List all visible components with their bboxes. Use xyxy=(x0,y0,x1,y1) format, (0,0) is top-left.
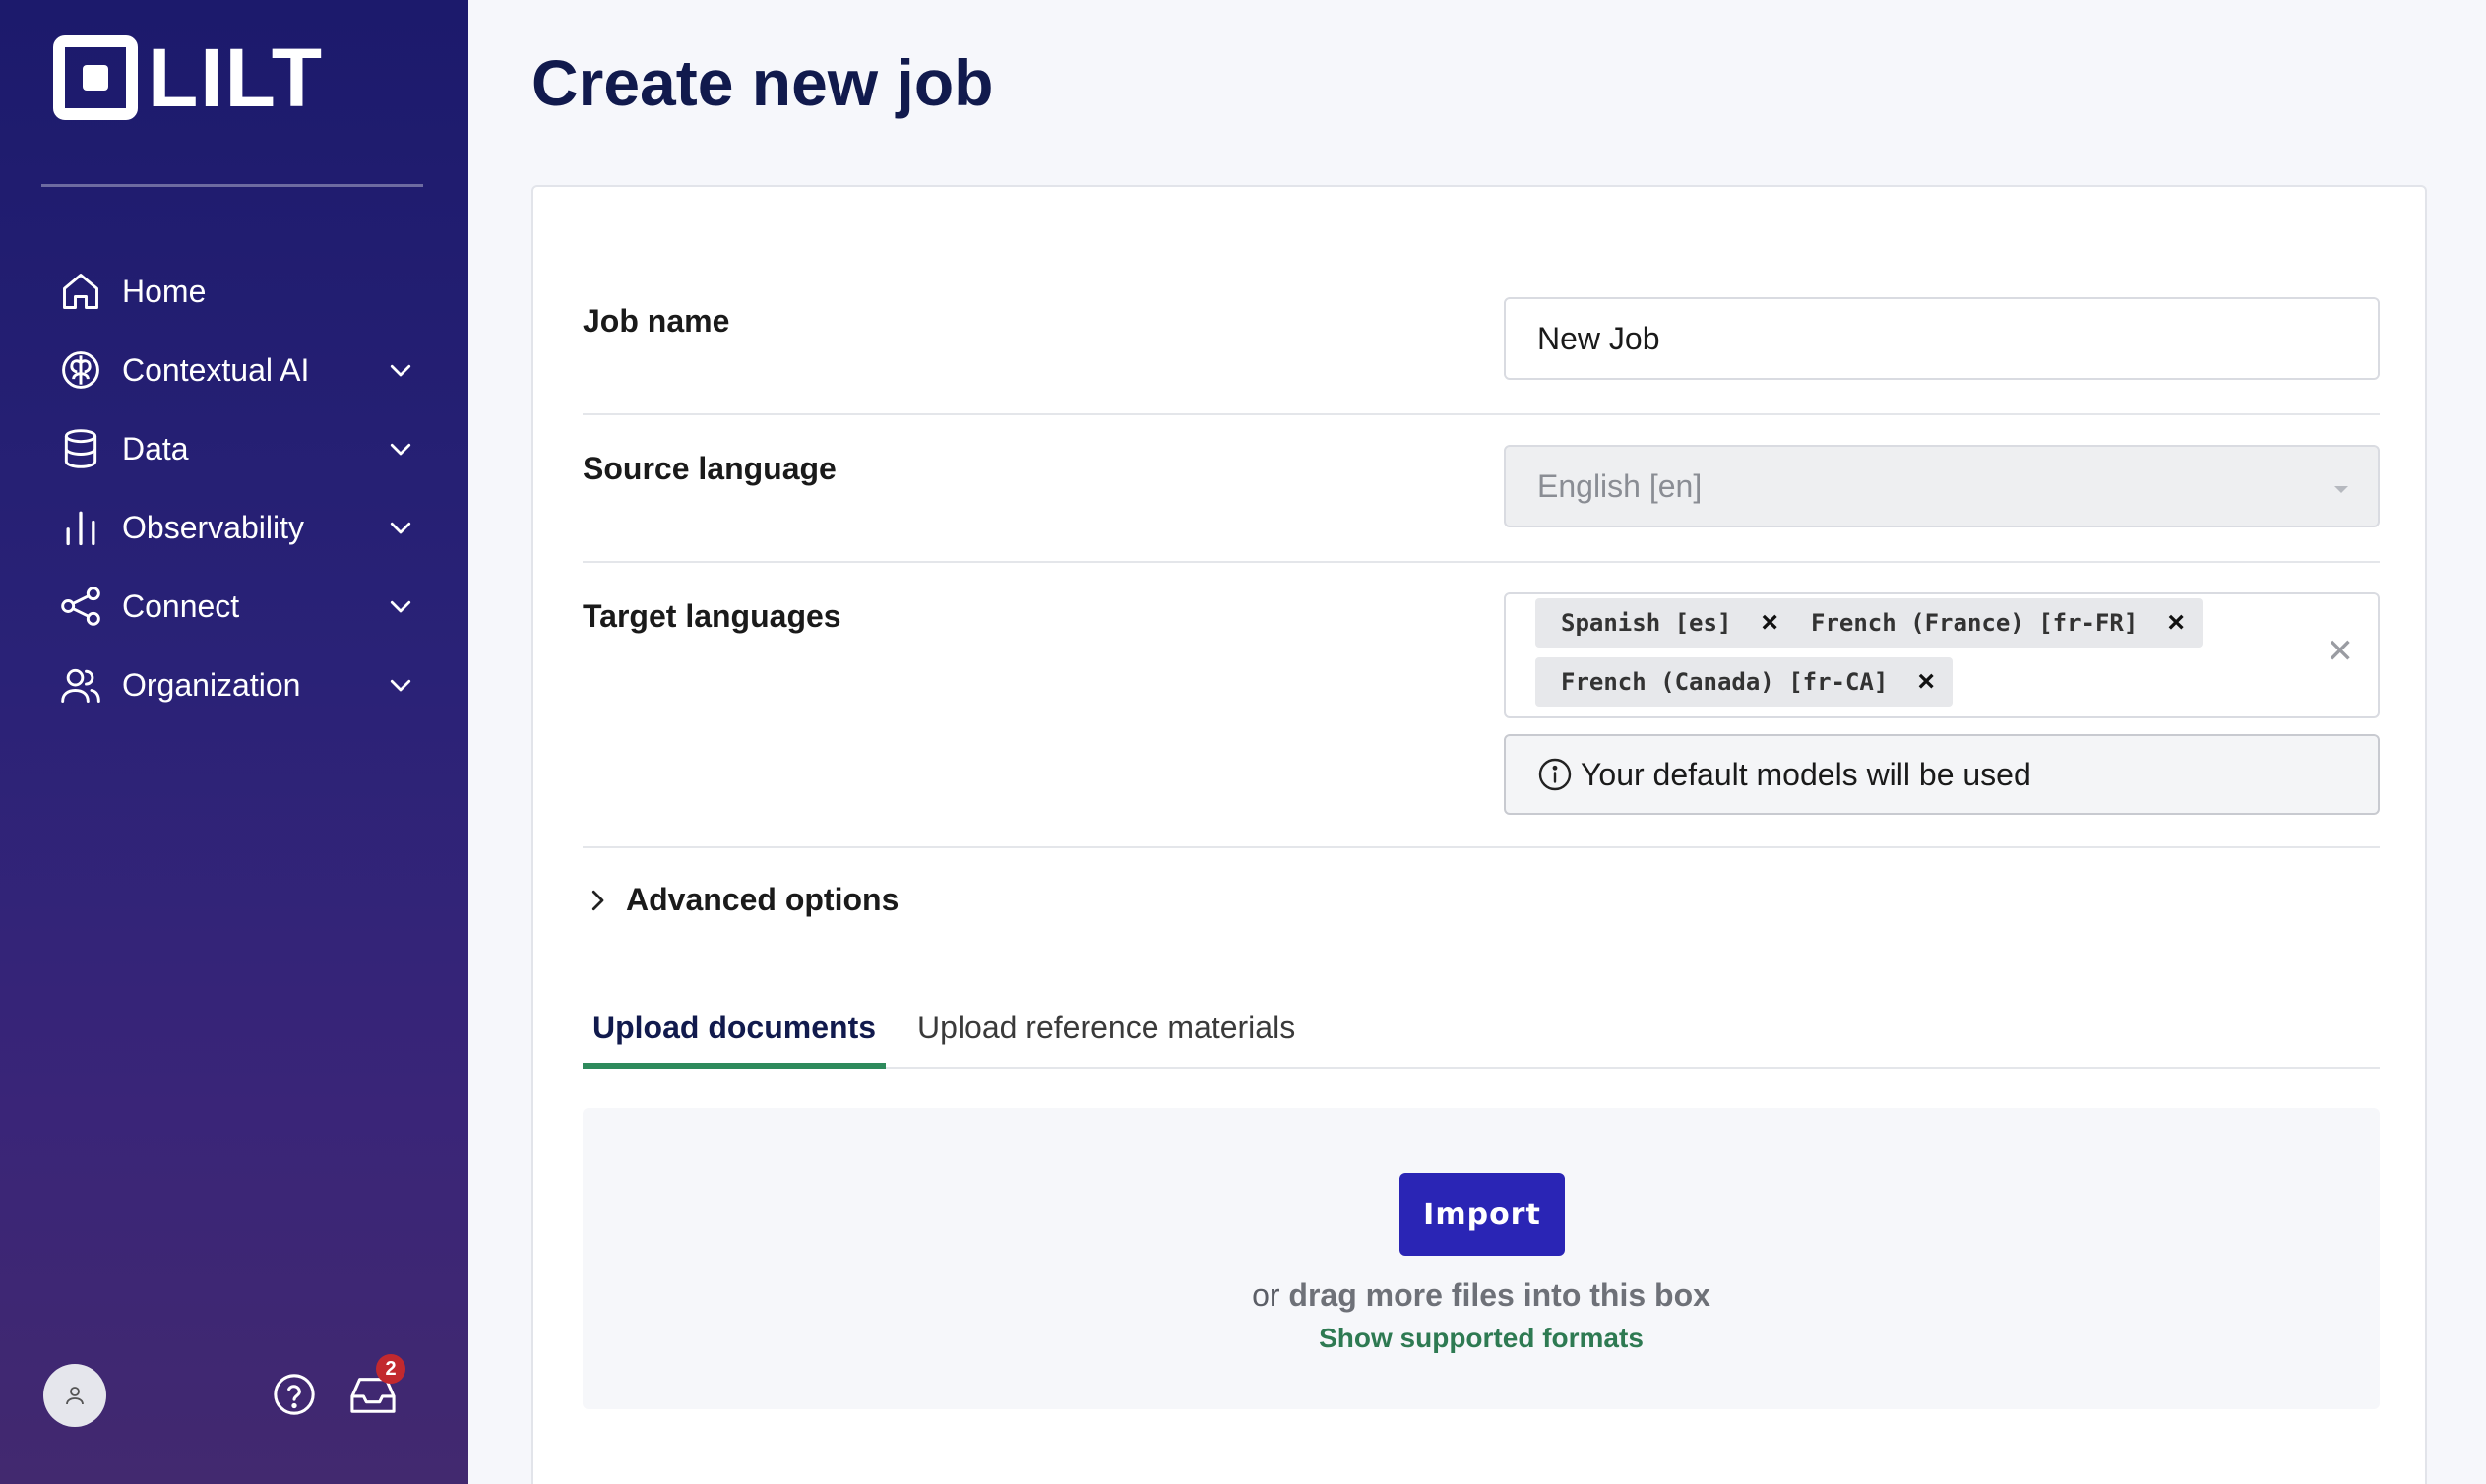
drag-strong: drag more files into this box xyxy=(1288,1277,1710,1313)
home-icon xyxy=(59,270,102,313)
source-language-label: Source language xyxy=(583,451,837,486)
chevron-down-icon[interactable] xyxy=(386,670,415,700)
sidebar-item-home[interactable]: Home xyxy=(0,252,468,331)
drag-prefix: or xyxy=(1252,1277,1289,1313)
help-icon[interactable] xyxy=(272,1372,317,1417)
sidebar-footer: 2 xyxy=(0,1354,468,1437)
row-divider xyxy=(583,413,2380,415)
sidebar-item-data[interactable]: Data xyxy=(0,409,468,488)
sidebar-item-observability[interactable]: Observability xyxy=(0,488,468,567)
chevron-down-icon[interactable] xyxy=(386,591,415,621)
remove-chip-icon[interactable]: × xyxy=(2167,606,2185,640)
avatar[interactable] xyxy=(43,1364,106,1427)
upload-tabs: Upload documents Upload reference materi… xyxy=(583,996,2380,1069)
users-icon xyxy=(59,663,102,707)
show-supported-formats-link[interactable]: Show supported formats xyxy=(583,1323,2380,1354)
source-language-value: English [en] xyxy=(1537,468,1703,504)
job-name-value: New Job xyxy=(1537,321,1660,356)
share-nodes-icon xyxy=(59,585,102,628)
row-divider xyxy=(583,846,2380,848)
tab-upload-documents[interactable]: Upload documents xyxy=(583,996,887,1069)
sidebar-item-connect[interactable]: Connect xyxy=(0,567,468,646)
import-button[interactable]: Import xyxy=(1399,1173,1565,1256)
remove-chip-icon[interactable]: × xyxy=(1917,665,1935,699)
language-chip-fr-fr: French (France) [fr-FR] × xyxy=(1785,598,2203,648)
chevron-down-icon[interactable] xyxy=(386,434,415,464)
database-icon xyxy=(59,427,102,470)
sidebar-item-label: Observability xyxy=(122,509,304,545)
chevron-down-icon[interactable] xyxy=(386,513,415,542)
logo-mark-icon xyxy=(53,35,138,120)
clear-all-icon[interactable]: ✕ xyxy=(2327,632,2355,671)
chip-label: French (Canada) [fr-CA] xyxy=(1561,668,1889,696)
chevron-right-icon xyxy=(591,890,604,910)
sidebar-nav: Home Contextual AI Data Observability Co… xyxy=(0,252,468,724)
lilt-logo[interactable]: LILT xyxy=(53,35,324,120)
job-name-input[interactable]: New Job xyxy=(1504,297,2380,380)
sidebar-item-contextual-ai[interactable]: Contextual AI xyxy=(0,331,468,409)
source-language-select[interactable]: English [en] xyxy=(1504,445,2380,527)
sidebar-item-label: Organization xyxy=(122,666,301,703)
tab-upload-reference-materials[interactable]: Upload reference materials xyxy=(917,996,1295,1069)
language-chip-fr-ca: French (Canada) [fr-CA] × xyxy=(1535,657,1953,707)
logo-text: LILT xyxy=(148,31,325,124)
sidebar: LILT Home Contextual AI Data Observabili… xyxy=(0,0,468,1484)
remove-chip-icon[interactable]: × xyxy=(1761,606,1778,640)
file-drop-zone[interactable]: Import or drag more files into this box … xyxy=(583,1108,2380,1409)
chip-label: French (France) [fr-FR] xyxy=(1811,609,2139,637)
language-chip-es: Spanish [es] × xyxy=(1535,598,1796,648)
inbox-badge: 2 xyxy=(376,1354,405,1384)
sidebar-divider xyxy=(41,184,423,187)
row-divider xyxy=(583,561,2380,563)
create-job-card: Job name New Job Source language English… xyxy=(531,185,2427,1484)
target-languages-select[interactable]: Spanish [es] × French (France) [fr-FR] ×… xyxy=(1504,592,2380,718)
page-title: Create new job xyxy=(531,46,994,119)
chevron-down-icon[interactable] xyxy=(386,355,415,385)
sidebar-item-label: Data xyxy=(122,430,189,466)
sidebar-item-label: Home xyxy=(122,273,207,309)
drag-files-text: or drag more files into this box xyxy=(583,1277,2380,1314)
sidebar-item-organization[interactable]: Organization xyxy=(0,646,468,724)
advanced-options-toggle[interactable]: Advanced options xyxy=(583,882,899,918)
advanced-options-label: Advanced options xyxy=(626,882,900,917)
brain-icon xyxy=(59,348,102,392)
job-name-label: Job name xyxy=(583,303,730,339)
user-icon xyxy=(66,1387,84,1405)
dropdown-caret-icon xyxy=(2334,486,2348,493)
info-icon xyxy=(1538,758,1572,791)
sidebar-item-label: Connect xyxy=(122,587,240,624)
default-models-text: Your default models will be used xyxy=(1581,756,2031,792)
sidebar-item-label: Contextual AI xyxy=(122,351,310,388)
chip-label: Spanish [es] xyxy=(1561,609,1732,637)
bar-chart-icon xyxy=(59,506,102,549)
default-models-notice: Your default models will be used xyxy=(1504,734,2380,815)
target-languages-label: Target languages xyxy=(583,598,841,634)
